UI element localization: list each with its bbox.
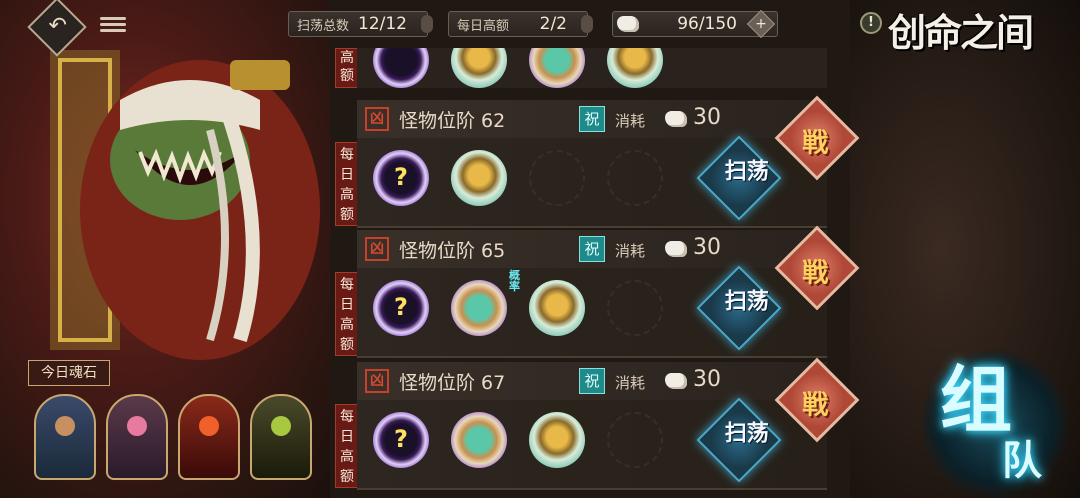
soul-stone-winged-spirit[interactable] xyxy=(106,394,168,480)
jade-currency-icon xyxy=(665,111,687,127)
cost-label: 消耗 xyxy=(615,112,646,130)
gold-bottle-icon xyxy=(607,48,663,88)
stage-row: 凶 怪物位阶 65 祝 消耗 30 每日高额 ? 概率 扫荡 戦 xyxy=(333,225,860,358)
monster-tier: 怪物位阶 62 xyxy=(399,106,505,133)
tier-label: 怪物位阶 xyxy=(399,110,476,132)
gold-bottle-icon xyxy=(451,48,507,88)
mystery-orb-icon xyxy=(373,48,429,88)
cost-value: 30 xyxy=(693,105,721,130)
jade-currency-icon xyxy=(665,373,687,389)
monster-seal-icon: 凶 xyxy=(365,107,389,131)
stage-row-header: 凶 怪物位阶 62 祝 消耗 30 xyxy=(357,100,827,139)
daily-soul-stone-label: 今日魂石 xyxy=(28,360,110,386)
spirit-grass-icon[interactable] xyxy=(451,412,507,468)
fight-label: 戦 xyxy=(802,128,829,159)
boss-monster-art xyxy=(50,50,320,360)
stage-row-rewards: ? 概率 扫荡 戦 xyxy=(357,225,860,358)
menu-bar-icon xyxy=(100,23,126,26)
team-label-line2: 队 xyxy=(1002,437,1042,484)
golem-portrait-icon xyxy=(271,415,291,436)
menu-bar-icon xyxy=(100,29,126,32)
sweep-total-value: 12/12 xyxy=(358,14,407,34)
monster-tier: 怪物位阶 65 xyxy=(399,236,505,263)
sweep-total-label: 扫荡总数 xyxy=(297,18,350,34)
back-arrow-icon: ↶ xyxy=(48,13,67,39)
sweep-button[interactable]: 扫荡 xyxy=(696,397,782,483)
daily-high-tag: 每日高额 xyxy=(335,404,359,488)
daily-high-counter: 每日高额 2/2 xyxy=(448,11,593,37)
fight-label: 戦 xyxy=(802,390,829,421)
monster-seal-icon: 凶 xyxy=(365,237,389,261)
warrior-portrait-icon xyxy=(55,415,75,436)
cost-label: 消耗 xyxy=(615,374,646,392)
cost-value: 30 xyxy=(693,235,721,260)
daily-high-tag: 每日高额 xyxy=(335,272,359,356)
daily-high-tag: 每日高额 xyxy=(335,142,359,226)
jade-currency-icon xyxy=(617,16,639,32)
help-button[interactable]: ! xyxy=(860,12,882,34)
page-title: 创命之间 xyxy=(888,10,1034,55)
spirit-grass-icon[interactable] xyxy=(451,280,507,336)
jade-currency-icon xyxy=(665,241,687,257)
mystery-orb-icon[interactable]: ? xyxy=(373,412,429,468)
cost-seal-icon: 祝 xyxy=(579,106,605,132)
plus-icon: + xyxy=(755,16,767,32)
monster-seal-icon: 凶 xyxy=(365,369,389,393)
tier-value: 67 xyxy=(481,372,506,394)
tier-value: 65 xyxy=(481,240,506,262)
empty-reward-slot xyxy=(607,150,663,206)
winged-spirit-portrait-icon xyxy=(127,415,147,436)
empty-reward-slot xyxy=(607,280,663,336)
stage-row-header: 凶 怪物位阶 65 祝 消耗 30 xyxy=(357,230,827,269)
sweep-label: 扫荡 xyxy=(724,158,769,185)
cost-seal-icon: 祝 xyxy=(579,368,605,394)
cost-value: 30 xyxy=(693,367,721,392)
stamina-value: 96/150 xyxy=(677,14,737,34)
stamina-counter: 96/150 + xyxy=(612,9,778,39)
menu-bar-icon xyxy=(100,17,126,20)
stage-row: 凶 怪物位阶 67 祝 消耗 30 每日高额 ? 扫荡 戦 xyxy=(333,357,860,490)
sweep-total-counter: 扫荡总数 12/12 xyxy=(288,11,433,37)
daily-high-tag-partial: 高额 xyxy=(335,48,359,88)
menu-button[interactable] xyxy=(100,14,126,36)
mystery-orb-icon[interactable]: ? xyxy=(373,150,429,206)
fight-label: 戦 xyxy=(802,258,829,289)
stage-row: 凶 怪物位阶 62 祝 消耗 30 每日高额 ? 扫荡 戦 xyxy=(333,95,860,228)
stage-row-rewards: ? 扫荡 戦 xyxy=(357,357,860,490)
sweep-button[interactable]: 扫荡 xyxy=(696,265,782,351)
sweep-label: 扫荡 xyxy=(724,420,769,447)
top-bar: ↶ 扫荡总数 12/12 每日高额 2/2 96/150 + ! 创命之间 xyxy=(0,0,1080,57)
soul-stone-golem[interactable] xyxy=(250,394,312,480)
soul-stone-flame-demon[interactable] xyxy=(178,394,240,480)
gold-bottle-icon[interactable] xyxy=(529,412,585,468)
add-stamina-button[interactable]: + xyxy=(746,9,776,39)
sweep-button[interactable]: 扫荡 xyxy=(696,135,782,221)
empty-reward-slot xyxy=(607,412,663,468)
pill-cap-icon xyxy=(581,15,593,33)
tier-label: 怪物位阶 xyxy=(399,240,476,262)
sweep-label: 扫荡 xyxy=(724,288,769,315)
soul-stone-warrior[interactable] xyxy=(34,394,96,480)
daily-high-value: 2/2 xyxy=(539,14,567,34)
probability-badge: 概率 xyxy=(509,269,520,293)
daily-high-label: 每日高额 xyxy=(457,18,510,34)
gold-bottle-icon[interactable] xyxy=(451,150,507,206)
tier-value: 62 xyxy=(481,110,506,132)
stage-row-partial xyxy=(357,48,827,88)
flame-demon-portrait-icon xyxy=(199,415,219,436)
monster-tier: 怪物位阶 67 xyxy=(399,368,505,395)
tier-label: 怪物位阶 xyxy=(399,372,476,394)
mystery-orb-icon[interactable]: ? xyxy=(373,280,429,336)
team-button-label[interactable]: 组 队 xyxy=(940,360,1042,486)
stage-row-header: 凶 怪物位阶 67 祝 消耗 30 xyxy=(357,362,827,401)
stage-row-rewards: ? 扫荡 戦 xyxy=(357,95,860,228)
empty-reward-slot xyxy=(529,150,585,206)
spirit-grass-icon xyxy=(529,48,585,88)
pill-cap-icon xyxy=(421,15,433,33)
cost-label: 消耗 xyxy=(615,242,646,260)
gold-bottle-icon[interactable] xyxy=(529,280,585,336)
cost-seal-icon: 祝 xyxy=(579,236,605,262)
